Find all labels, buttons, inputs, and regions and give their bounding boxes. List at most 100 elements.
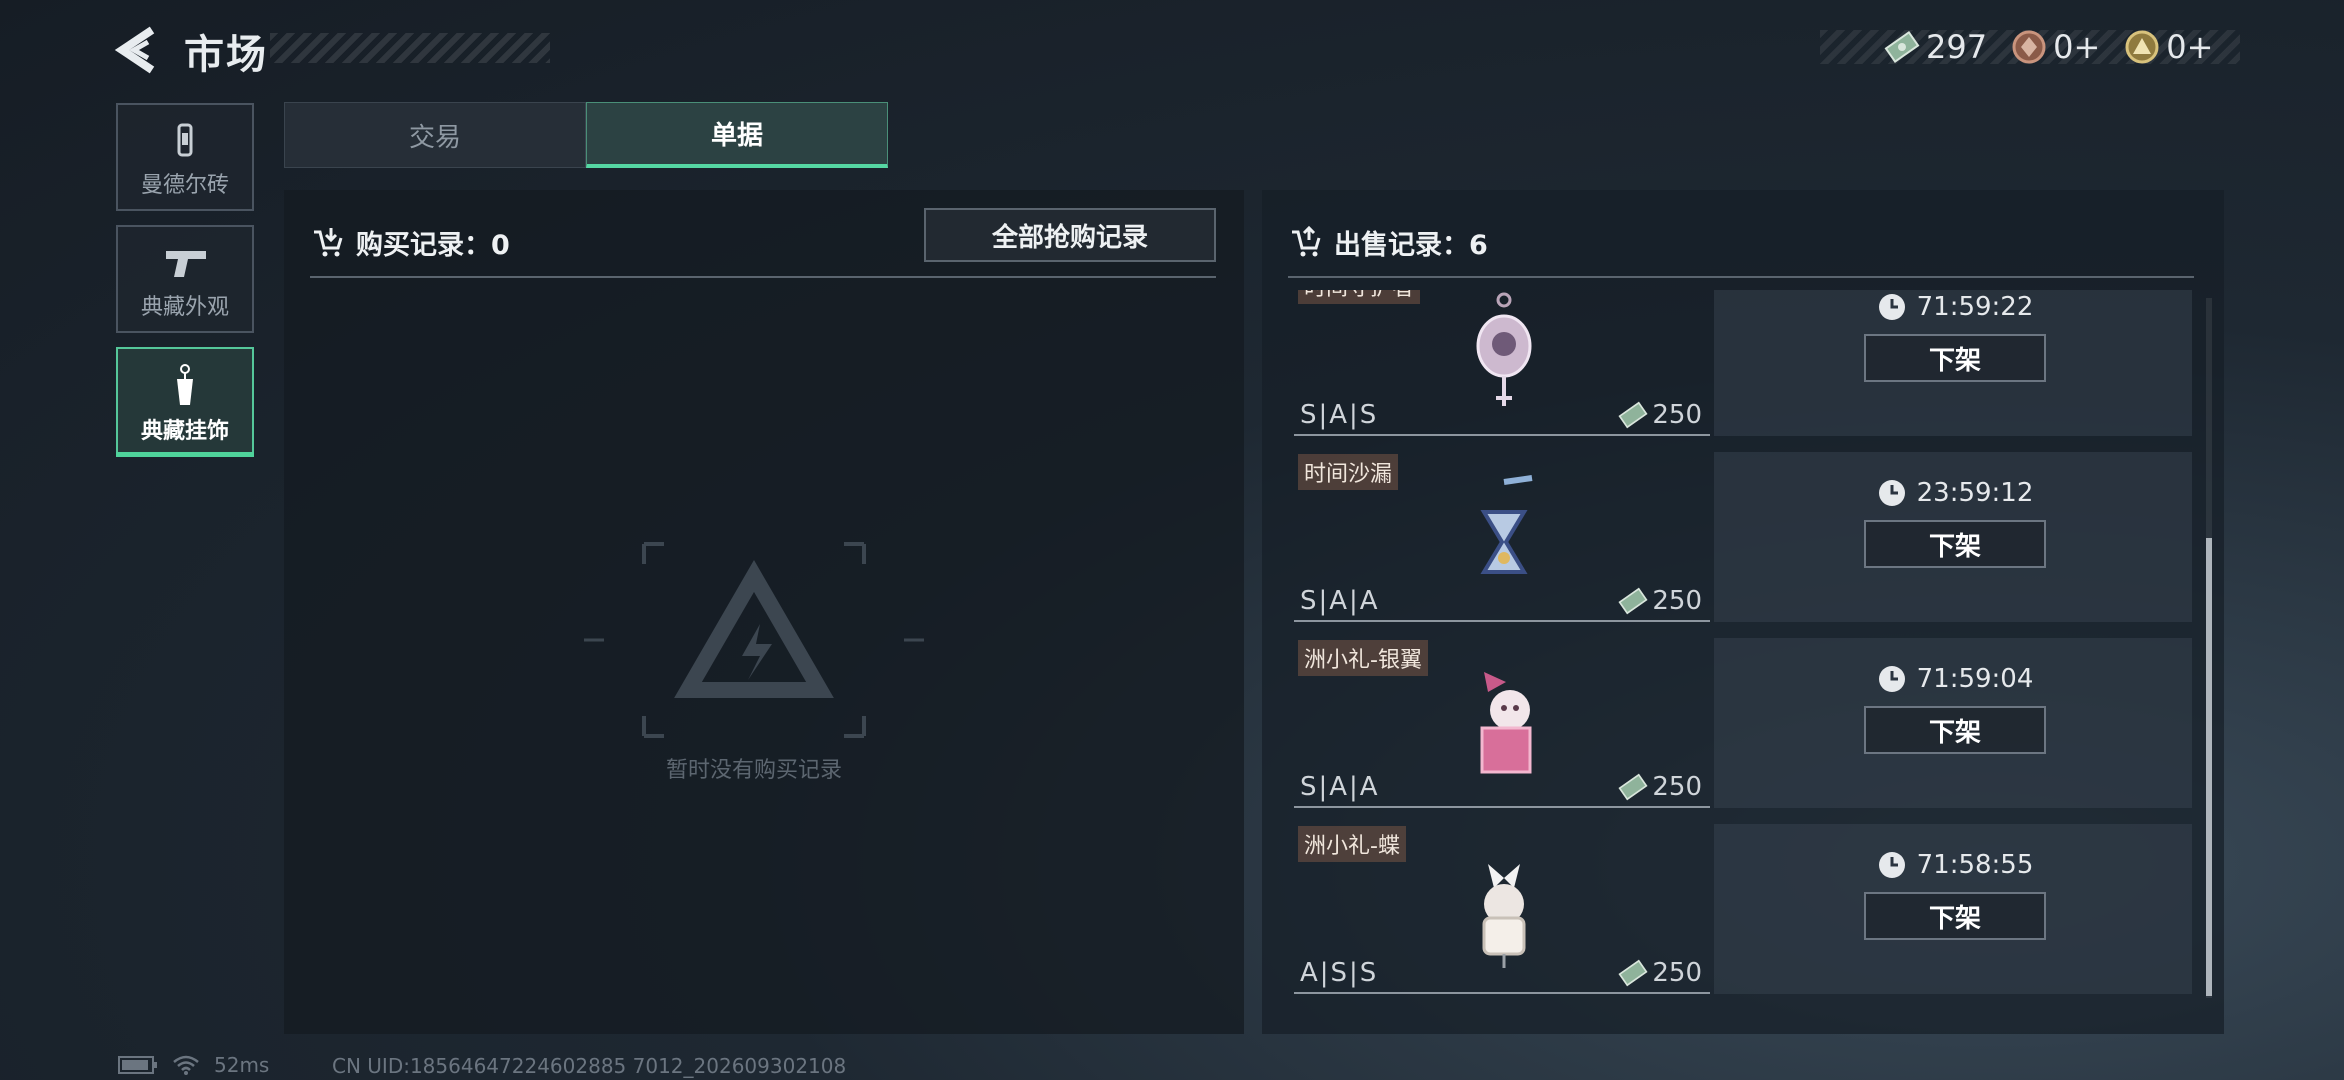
ping-value: 52ms	[214, 1053, 270, 1077]
item-name-tag: 时间守护者	[1298, 290, 1421, 304]
list-item: 洲小礼-蝶 A|S|S 250 71:58:55 下架	[1294, 824, 2192, 994]
currency-gold[interactable]: 0+	[2124, 28, 2213, 66]
pistol-icon	[166, 251, 206, 277]
clock-icon	[1878, 294, 1905, 320]
delist-button[interactable]: 下架	[1864, 334, 2046, 382]
item-price-value: 250	[1652, 958, 1702, 988]
page-title: 市场	[184, 32, 268, 78]
currency-bronze[interactable]: 0+	[2011, 28, 2100, 66]
item-status: 23:59:12 下架	[1714, 452, 2192, 622]
list-item: 时间沙漏 S|A|A 250 23:59:12 下架	[1294, 452, 2192, 622]
listing-timer-value: 71:59:04	[1916, 664, 2034, 694]
category-sidebar: 曼德尔砖 典藏外观 典藏挂饰	[116, 103, 254, 471]
item-price: 250	[1618, 772, 1702, 802]
item-price: 250	[1618, 958, 1702, 988]
bronze-coin-icon	[2012, 30, 2046, 64]
list-item: 洲小礼-银翼 S|A|A 250 71:59:04 下架	[1294, 638, 2192, 808]
brick-icon	[177, 123, 193, 157]
currency-bar: 297 0+ 0+	[1820, 28, 2240, 66]
banknote-icon	[1618, 773, 1648, 801]
silver-wing-gift-charm-image	[1480, 672, 1532, 774]
gold-coin-icon	[2125, 30, 2159, 64]
tab-trade[interactable]: 交易	[284, 102, 586, 168]
listing-timer-value: 71:58:55	[1916, 850, 2034, 880]
clock-icon	[1878, 666, 1905, 692]
item-price: 250	[1618, 400, 1702, 430]
item-status: 71:59:04 下架	[1714, 638, 2192, 808]
banknote-icon	[1618, 401, 1648, 429]
banknote-icon	[1618, 959, 1648, 987]
divider	[310, 276, 1216, 278]
clock-icon	[1878, 480, 1905, 506]
all-flash-purchase-records-button[interactable]: 全部抢购记录	[924, 208, 1216, 262]
item-card[interactable]: 时间沙漏 S|A|A 250	[1294, 452, 1710, 622]
status-bar: 52ms	[118, 1052, 269, 1078]
item-status: 71:59:22 下架	[1714, 290, 2192, 436]
empty-state-text: 暂时没有购买记录	[665, 758, 842, 783]
item-grade: S|A|A	[1300, 586, 1380, 616]
listing-timer-value: 23:59:12	[1916, 478, 2034, 508]
listing-timer: 71:59:22	[1714, 292, 2192, 322]
item-price: 250	[1618, 586, 1702, 616]
item-grade: S|A|A	[1300, 772, 1380, 802]
item-card[interactable]: 洲小礼-蝶 A|S|S 250	[1294, 824, 1710, 994]
scrollbar-thumb[interactable]	[2206, 538, 2212, 996]
butterfly-gift-charm-image	[1482, 864, 1526, 968]
wifi-icon	[173, 1055, 199, 1075]
top-bar: 市场 297 0+ 0+	[0, 0, 2344, 100]
sidebar-item-collection-charms[interactable]: 典藏挂饰	[116, 347, 254, 457]
sidebar-item-mandel-brick[interactable]: 曼德尔砖	[116, 103, 254, 211]
time-guardian-charm-image	[1476, 292, 1532, 406]
purchase-records-title: 购买记录：0	[356, 229, 510, 261]
divider	[1288, 276, 2194, 278]
listing-timer-value: 71:59:22	[1916, 292, 2034, 322]
banknote-icon	[1884, 31, 1920, 63]
item-name-tag: 洲小礼-蝶	[1298, 826, 1406, 862]
sidebar-item-label: 典藏外观	[140, 295, 229, 320]
sidebar-item-label: 曼德尔砖	[140, 173, 229, 198]
item-status: 71:58:55 下架	[1714, 824, 2192, 994]
tab-bar: 交易 单据	[284, 102, 888, 168]
item-price-value: 250	[1652, 772, 1702, 802]
cart-download-icon	[314, 228, 343, 257]
currency-banknote[interactable]: 297	[1884, 28, 1987, 66]
back-arrow-icon	[114, 26, 155, 74]
listing-timer: 23:59:12	[1714, 478, 2192, 508]
item-name-tag: 洲小礼-银翼	[1298, 640, 1428, 676]
back-button[interactable]	[112, 22, 168, 78]
item-grade: S|A|S	[1300, 400, 1379, 430]
item-card[interactable]: 时间守护者 S|A|S 250	[1294, 290, 1710, 436]
delist-button[interactable]: 下架	[1864, 706, 2046, 754]
listing-timer: 71:59:04	[1714, 664, 2192, 694]
item-name-tag: 时间沙漏	[1298, 454, 1399, 490]
purchase-records-panel: 购买记录：0 全部抢购记录 暂时没有购买记录	[284, 190, 1244, 1034]
bronze-amount: 0+	[2053, 28, 2101, 66]
sidebar-item-label: 典藏挂饰	[140, 419, 229, 444]
clock-icon	[1878, 852, 1905, 878]
empty-logo-icon	[584, 542, 924, 738]
charm-icon	[177, 364, 193, 405]
sale-records-panel: 出售记录：6 时间守护者 S|A|S 250	[1262, 190, 2224, 1034]
delist-button[interactable]: 下架	[1864, 520, 2046, 568]
user-uid: CN UID:18564647224602885 7012_2026093021…	[332, 1054, 847, 1078]
item-card[interactable]: 洲小礼-银翼 S|A|A 250	[1294, 638, 1710, 808]
item-price-value: 250	[1652, 400, 1702, 430]
sidebar-item-collection-skins[interactable]: 典藏外观	[116, 225, 254, 333]
list-item: 时间守护者 S|A|S 250	[1294, 290, 2192, 436]
battery-icon	[118, 1056, 157, 1074]
sale-records-list[interactable]: 时间守护者 S|A|S 250	[1294, 290, 2192, 1000]
title-decoration	[270, 33, 550, 63]
listing-timer: 71:58:55	[1714, 850, 2192, 880]
empty-state: 暂时没有购买记录	[584, 540, 924, 790]
hourglass-charm-image	[1480, 475, 1533, 574]
item-grade: A|S|S	[1300, 958, 1379, 988]
sale-list-scrollbar[interactable]	[2206, 298, 2212, 998]
delist-button[interactable]: 下架	[1864, 892, 2046, 940]
sale-records-title: 出售记录：6	[1334, 229, 1488, 261]
gold-amount: 0+	[2166, 28, 2214, 66]
sale-records-header: 出售记录：6	[1288, 216, 1488, 268]
item-price-value: 250	[1652, 586, 1702, 616]
tab-orders[interactable]: 单据	[586, 102, 888, 168]
purchase-records-header: 购买记录：0	[310, 216, 510, 268]
banknote-amount: 297	[1926, 28, 1988, 66]
